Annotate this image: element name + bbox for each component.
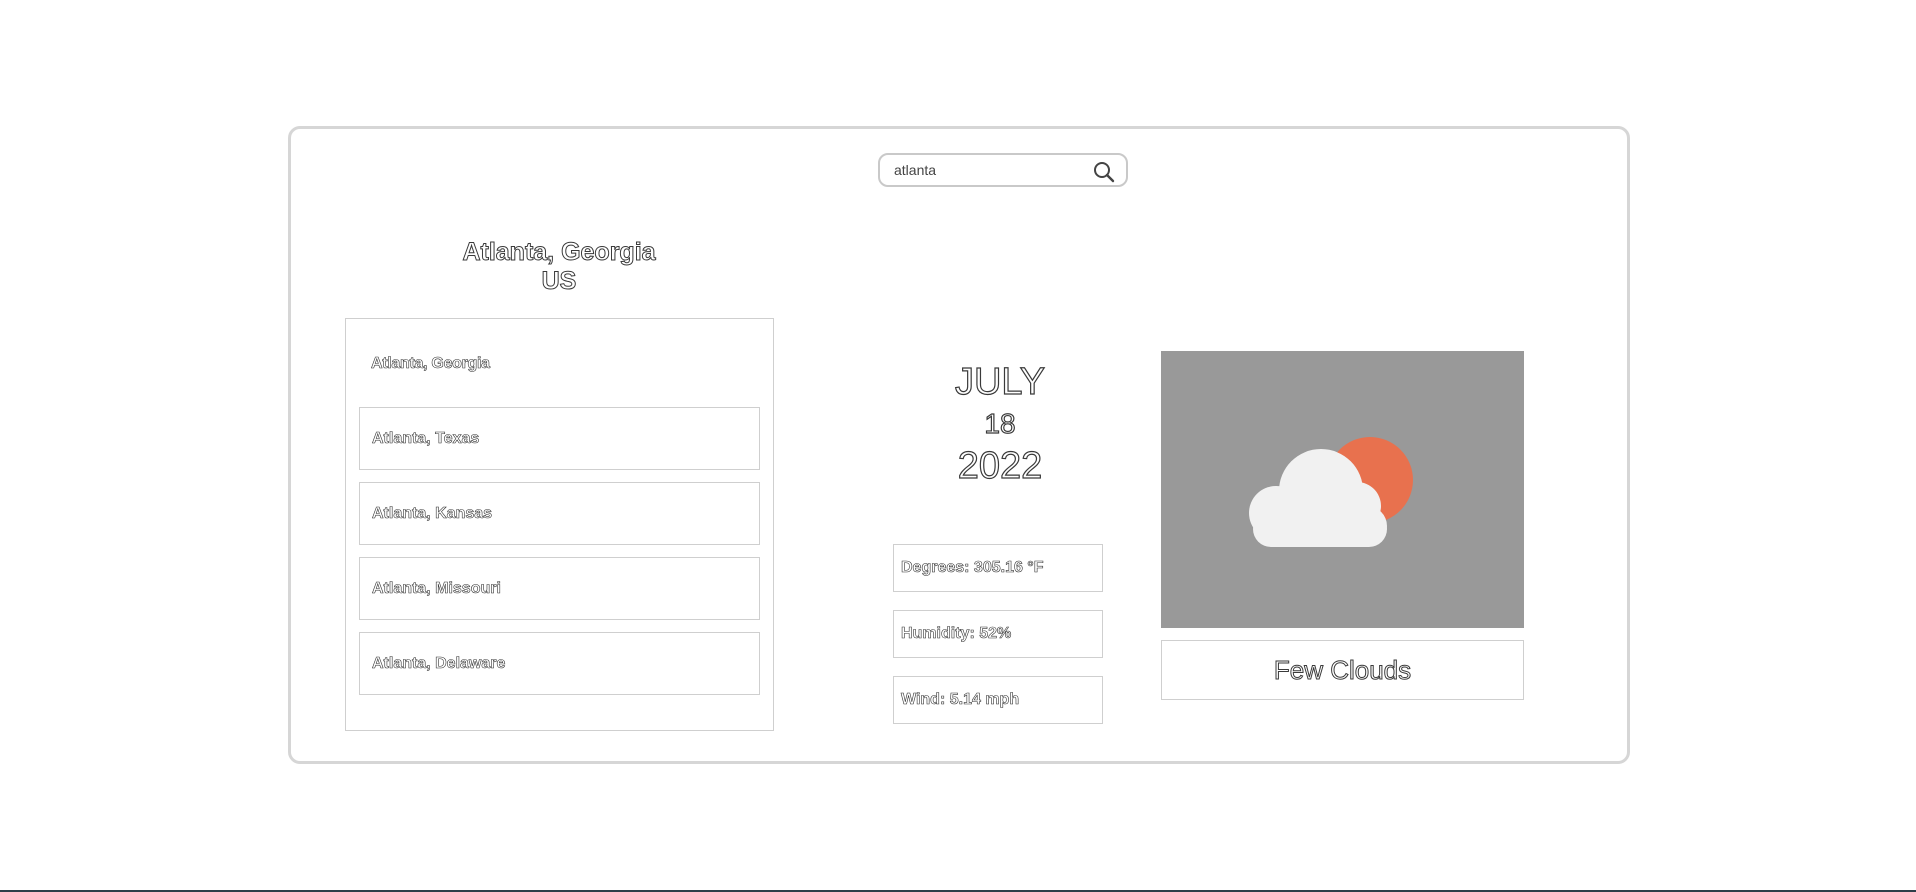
degrees-stat: Degrees: 305.16 °F [893,544,1103,592]
few-clouds-icon [1249,437,1413,547]
humidity-stat: Humidity: 52% [893,610,1103,658]
weather-description: Few Clouds [1161,640,1524,700]
location-city-state: Atlanta, Georgia [462,238,656,267]
date-year: 2022 [957,444,1043,487]
selected-city[interactable]: Atlanta, Georgia [371,355,491,373]
date-month: JULY [954,360,1046,403]
date-display: JULY 18 2022 [900,360,1100,488]
location-country: US [541,267,577,296]
weather-image [1161,351,1524,628]
city-results-list: Atlanta, Georgia Atlanta, Texas Atlanta,… [345,318,774,731]
city-result-item[interactable]: Atlanta, Kansas [359,482,760,545]
wind-stat: Wind: 5.14 mph [893,676,1103,724]
location-title: Atlanta, Georgia US [400,238,718,296]
city-result-item[interactable]: Atlanta, Texas [359,407,760,470]
search-icon[interactable] [1092,160,1116,184]
city-result-item[interactable]: Atlanta, Delaware [359,632,760,695]
city-result-item[interactable]: Atlanta, Missouri [359,557,760,620]
search-bar[interactable] [878,153,1128,187]
date-day: 18 [984,407,1016,439]
search-input[interactable] [894,162,1084,178]
